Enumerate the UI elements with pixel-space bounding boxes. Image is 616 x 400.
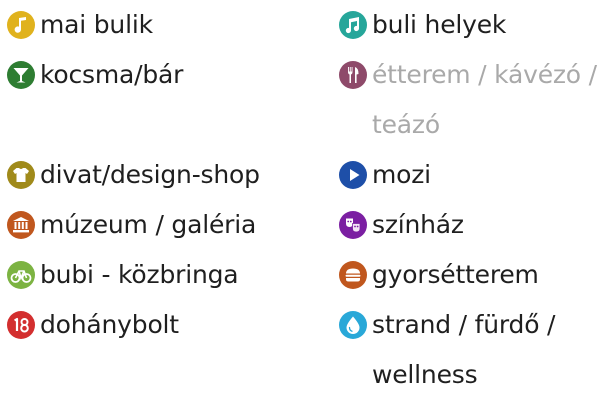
category-label: étterem / kávézó / teázó [372,60,597,139]
category-label: színház [372,210,464,239]
category-label: mozi [372,160,431,189]
cocktail-glass-icon [6,50,40,100]
category-label: múzeum / galéria [40,210,257,239]
music-note-icon [6,0,40,50]
water-drop-icon [338,300,372,350]
row-spacer [6,100,326,150]
museum-building-icon [6,200,40,250]
theater-masks-icon [338,200,372,250]
burger-icon [338,250,372,300]
category-item-muzeum-galeria[interactable]: múzeum / galéria [6,200,326,250]
play-icon [338,150,372,200]
category-list-right: buli helyek étterem / kávézó / teázó moz… [338,0,616,400]
category-list-left: mai bulik kocsma/bár divat/design-shop m… [6,0,326,350]
category-item-mozi[interactable]: mozi [338,150,616,200]
music-notes-icon [338,0,372,50]
fork-knife-icon [338,50,372,100]
category-label: divat/design-shop [40,160,260,189]
category-item-gyorsetterem[interactable]: gyorsétterem [338,250,616,300]
category-label: dohánybolt [40,310,179,339]
category-item-strand-furdo-wellness[interactable]: strand / fürdő / wellness [338,300,616,400]
category-item-buli-helyek[interactable]: buli helyek [338,0,616,50]
category-item-divat-design-shop[interactable]: divat/design-shop [6,150,326,200]
category-item-kocsma-bar[interactable]: kocsma/bár [6,50,326,100]
tshirt-icon [6,150,40,200]
category-item-mai-bulik[interactable]: mai bulik [6,0,326,50]
category-item-szinhaz[interactable]: színház [338,200,616,250]
age-18-icon [6,300,40,350]
category-label: mai bulik [40,10,153,39]
category-label: gyorsétterem [372,260,539,289]
category-item-bubi-kozbringa[interactable]: bubi - közbringa [6,250,326,300]
category-item-dohanybolt[interactable]: dohánybolt [6,300,326,350]
bicycle-icon [6,250,40,300]
category-label: bubi - közbringa [40,260,239,289]
category-label: buli helyek [372,10,507,39]
category-item-etterem-kavezo-teazo[interactable]: étterem / kávézó / teázó [338,50,616,150]
category-label: kocsma/bár [40,60,184,89]
category-label: strand / fürdő / wellness [372,310,556,389]
